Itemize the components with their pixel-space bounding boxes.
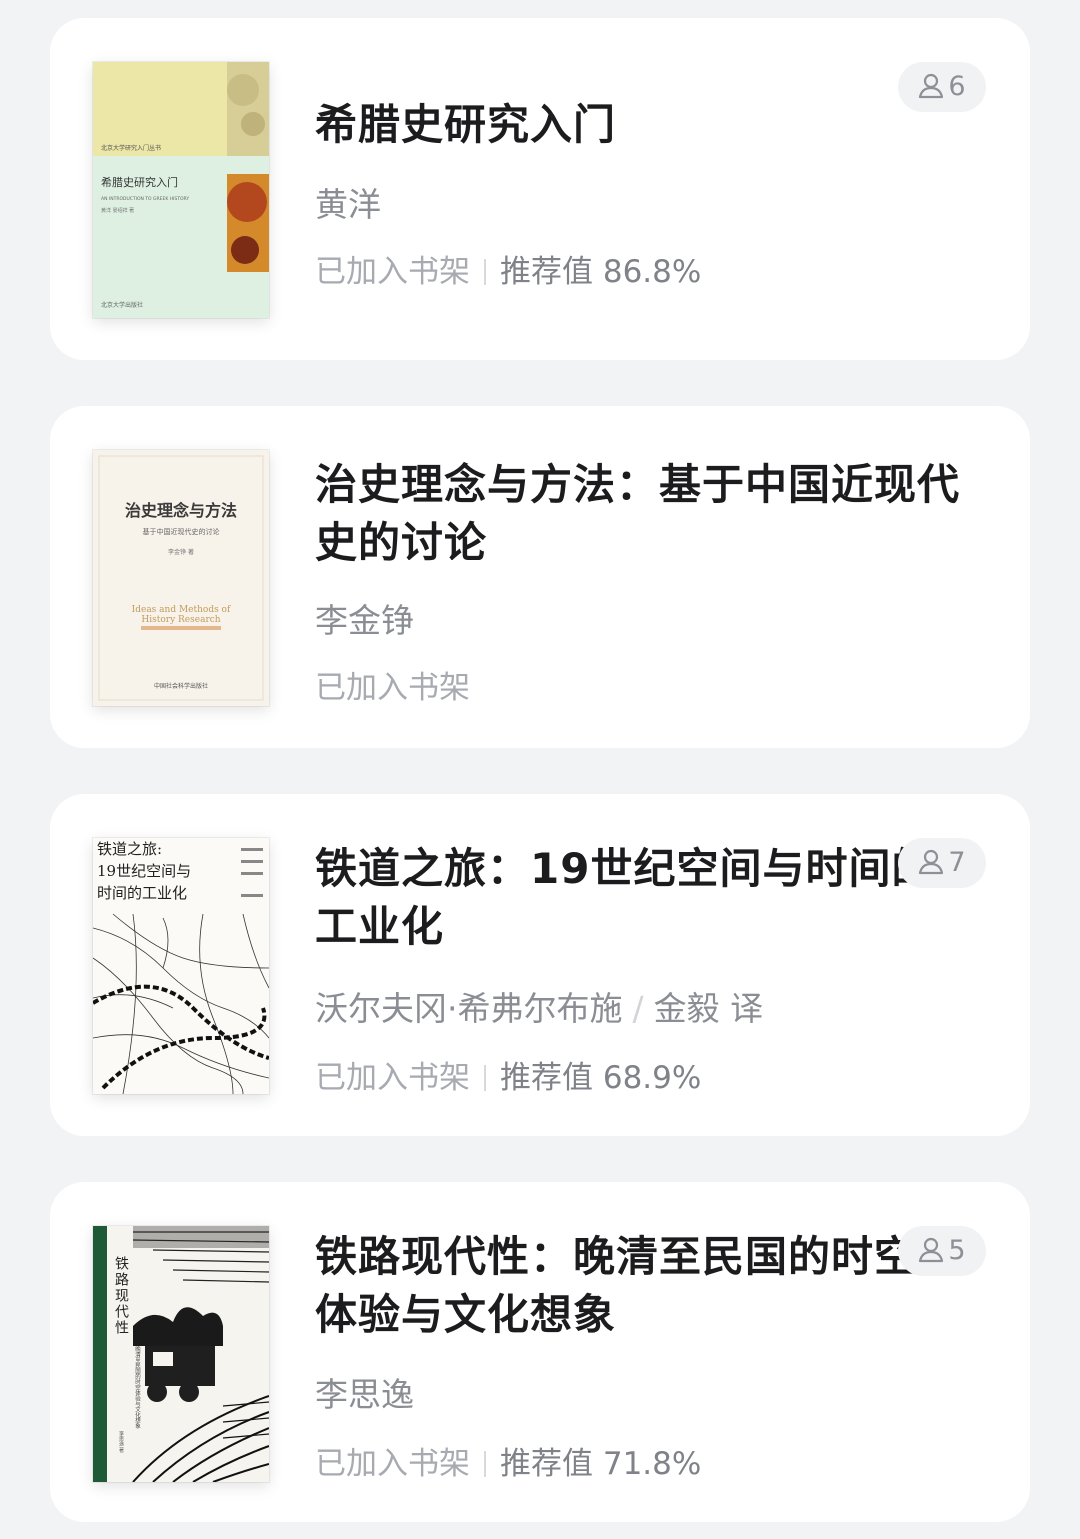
book-cover-image-3: 铁道之旅: 19世纪空间与 时间的工业化 [93, 838, 269, 1094]
book-meta-1: 已加入书架 推荐值 86.8% [315, 246, 701, 291]
book-card-1[interactable]: 北京大学研究入门丛书 希腊史研究入门 AN INTRODUCTION TO GR… [50, 18, 1030, 360]
author-name-2: 李金铮 [315, 601, 414, 640]
cover-author-4: 李思逸 著 [118, 1430, 124, 1454]
shelf-status-1: 已加入书架 [315, 254, 470, 290]
recommend-value-4: 推荐值 71.8% [500, 1446, 702, 1482]
book-author-4[interactable]: 李思逸 [315, 1368, 414, 1416]
book-cover-3[interactable]: 铁道之旅: 19世纪空间与 时间的工业化 [93, 838, 269, 1094]
cover-line2-3: 19世纪空间与 [97, 862, 191, 880]
cover-series-1: 北京大学研究入门丛书 [101, 144, 161, 152]
translator-name-3: 金毅 译 [653, 989, 764, 1028]
author-name-1: 黄洋 [315, 185, 381, 224]
reader-count-badge-4[interactable]: 5 [898, 1226, 986, 1276]
book-meta-4: 已加入书架 推荐值 71.8% [315, 1438, 701, 1483]
cover-subtitle-2: 基于中国近现代史的讨论 [143, 527, 220, 536]
shelf-status-2: 已加入书架 [315, 670, 470, 706]
meta-divider-1 [484, 259, 486, 285]
book-cover-image-4: 铁路现代性 晚清至民国的时空体验与文化想象 李思逸 著 [93, 1226, 269, 1482]
book-card-2[interactable]: 治史理念与方法 基于中国近现代史的讨论 李金铮 著 Ideas and Meth… [50, 406, 1030, 748]
book-title-1[interactable]: 希腊史研究入门 [315, 96, 955, 154]
reader-count-3: 7 [948, 847, 966, 878]
cover-subtitle-4: 晚清至民国的时空体验与文化想象 [134, 1345, 141, 1429]
recommend-value-1: 推荐值 86.8% [500, 254, 702, 290]
book-cover-1[interactable]: 北京大学研究入门丛书 希腊史研究入门 AN INTRODUCTION TO GR… [93, 62, 269, 318]
book-title-2[interactable]: 治史理念与方法：基于中国近现代史的讨论 [315, 456, 965, 572]
meta-divider-4 [484, 1451, 486, 1477]
meta-divider-3 [484, 1065, 486, 1091]
cover-line1-3: 铁道之旅: [97, 840, 162, 858]
book-cover-2[interactable]: 治史理念与方法 基于中国近现代史的讨论 李金铮 著 Ideas and Meth… [93, 450, 269, 706]
cover-en1-2: Ideas and Methods of [132, 605, 231, 615]
cover-en2-2: History Research [141, 615, 220, 625]
book-meta-3: 已加入书架 推荐值 68.9% [315, 1052, 701, 1097]
book-author-1[interactable]: 黄洋 [315, 178, 381, 226]
shelf-status-3: 已加入书架 [315, 1060, 470, 1096]
reader-count-1: 6 [948, 71, 966, 102]
reader-count-badge-1[interactable]: 6 [898, 62, 986, 112]
cover-publisher-2: 中国社会科学出版社 [154, 682, 208, 690]
person-icon [919, 849, 944, 875]
book-meta-2: 已加入书架 [315, 662, 470, 707]
reader-count-badge-3[interactable]: 7 [898, 838, 986, 888]
shelf-status-4: 已加入书架 [315, 1446, 470, 1482]
cover-title-1: 希腊史研究入门 [101, 175, 178, 189]
book-title-3[interactable]: 铁道之旅：19世纪空间与时间的工业化 [315, 840, 955, 956]
person-icon [919, 1237, 944, 1263]
book-cover-image-2: 治史理念与方法 基于中国近现代史的讨论 李金铮 著 Ideas and Meth… [93, 450, 269, 706]
cover-author-2: 李金铮 著 [168, 548, 194, 556]
cover-title-2: 治史理念与方法 [125, 501, 237, 520]
person-icon [919, 73, 944, 99]
book-author-2[interactable]: 李金铮 [315, 594, 414, 642]
recommend-value-3: 推荐值 68.9% [500, 1060, 702, 1096]
author-name-3: 沃尔夫冈·希弗尔布施 [315, 989, 623, 1028]
book-card-3[interactable]: 铁道之旅: 19世纪空间与 时间的工业化 铁道之旅：19世纪空间与时间的工业化 … [50, 794, 1030, 1136]
cover-publisher-1: 北京大学出版社 [101, 301, 143, 309]
cover-author-1: 黄洋 晏绍祥 著 [101, 207, 134, 214]
cover-subtitle-1: AN INTRODUCTION TO GREEK HISTORY [101, 196, 189, 202]
author-separator-3: / [632, 989, 644, 1028]
book-author-3[interactable]: 沃尔夫冈·希弗尔布施 / 金毅 译 [315, 982, 763, 1030]
book-title-4[interactable]: 铁路现代性：晚清至民国的时空体验与文化想象 [315, 1228, 955, 1344]
book-cover-image-1: 北京大学研究入门丛书 希腊史研究入门 AN INTRODUCTION TO GR… [93, 62, 269, 318]
cover-line3-3: 时间的工业化 [97, 884, 187, 902]
author-name-4: 李思逸 [315, 1375, 414, 1414]
reader-count-4: 5 [948, 1235, 966, 1266]
cover-title-4: 铁路现代性 [113, 1256, 129, 1336]
book-card-4[interactable]: 铁路现代性 晚清至民国的时空体验与文化想象 李思逸 著 铁路现代性：晚清至民国的… [50, 1182, 1030, 1522]
book-cover-4[interactable]: 铁路现代性 晚清至民国的时空体验与文化想象 李思逸 著 [93, 1226, 269, 1482]
